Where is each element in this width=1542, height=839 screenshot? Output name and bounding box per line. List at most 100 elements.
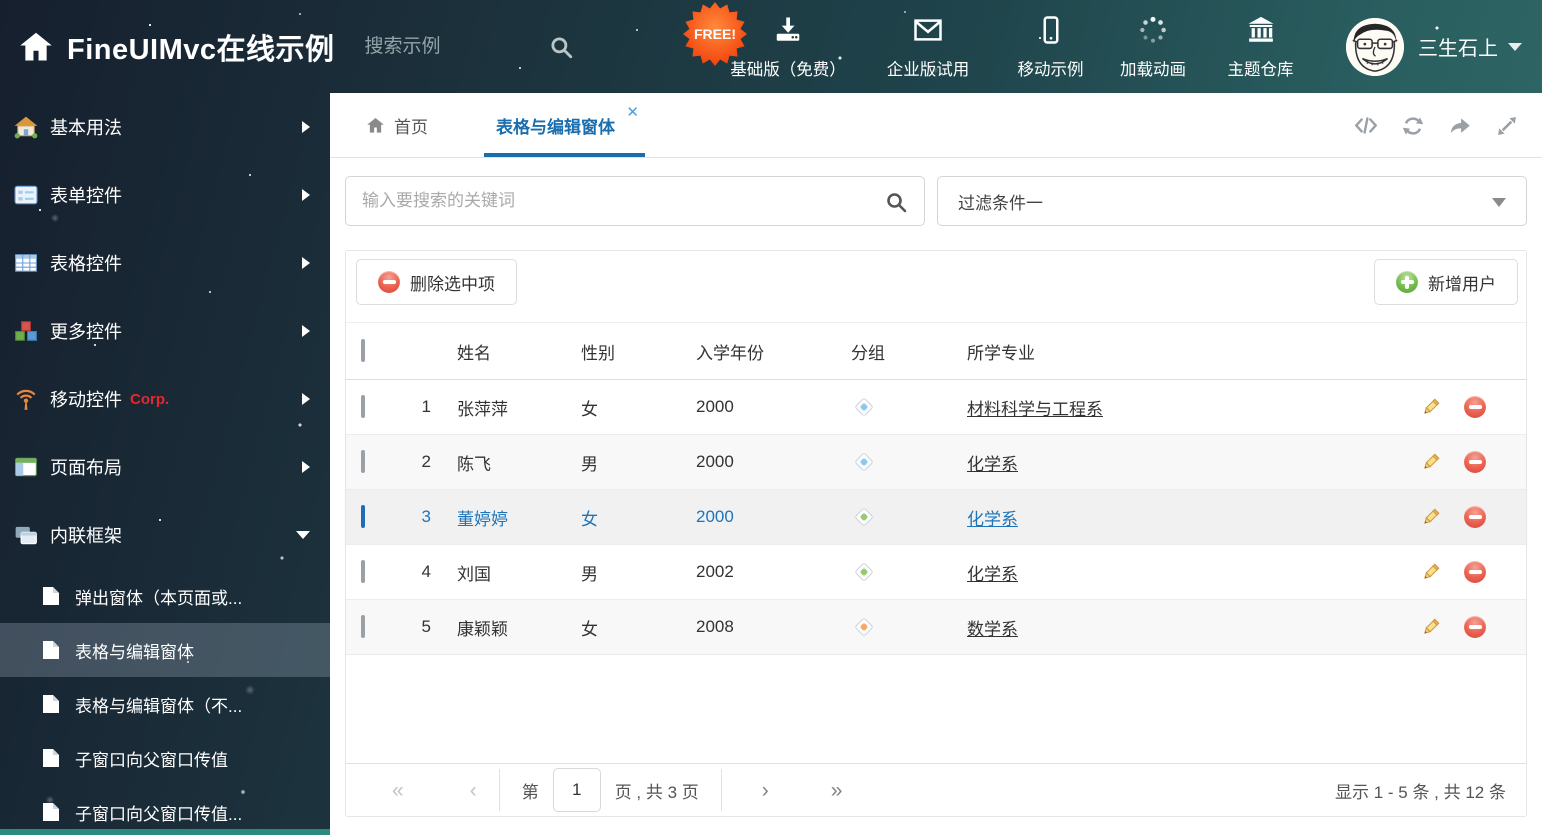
table-row: 4 刘国 男 2002 化学系: [346, 545, 1526, 600]
last-page-icon[interactable]: »: [831, 780, 843, 801]
frames-icon: [14, 523, 38, 547]
sidebar-item-more-controls[interactable]: 更多控件: [0, 297, 330, 365]
tag-icon: [854, 617, 874, 637]
signal-icon: [14, 387, 38, 411]
edit-pencil-icon[interactable]: [1420, 562, 1441, 583]
edit-pencil-icon[interactable]: [1420, 397, 1441, 418]
nav-theme-repo[interactable]: 主题仓库: [1203, 0, 1318, 93]
table-row: 5 康颖颖 女 2008 数学系: [346, 600, 1526, 655]
table-icon: [14, 251, 38, 275]
page-icon: [42, 694, 60, 714]
major-link[interactable]: 化学系: [967, 510, 1018, 529]
sidebar-item-form-controls[interactable]: 表单控件: [0, 161, 330, 229]
filter-dropdown[interactable]: 过滤条件一: [937, 176, 1527, 226]
record-count-summary: 显示 1 - 5 条 , 共 12 条: [1335, 778, 1506, 803]
open-new-window-icon[interactable]: [1447, 113, 1473, 139]
app-header: FineUIMvc在线示例 FREE! 基础版（免费） 企业版试用: [0, 0, 1542, 93]
chevron-right-icon: [302, 257, 310, 269]
page-number-input[interactable]: [553, 768, 601, 812]
brand[interactable]: FineUIMvc在线示例: [18, 26, 335, 68]
sidebar-item-mobile-controls[interactable]: 移动控件 Corp.: [0, 365, 330, 433]
download-icon: [773, 14, 803, 51]
delete-row-icon[interactable]: [1464, 396, 1486, 418]
table-header: 姓名 性别 入学年份 分组 所学专业: [346, 322, 1526, 380]
sidebar-subitem-popup-window[interactable]: 弹出窗体（本页面或...: [0, 569, 330, 623]
mobile-icon: [1036, 14, 1066, 51]
delete-selected-button[interactable]: 删除选中项: [356, 259, 517, 305]
sidebar-subitem-grid-edit-window[interactable]: 表格与编辑窗体: [0, 623, 330, 677]
keyword-search-input[interactable]: [346, 177, 924, 225]
pagination-bar: « ‹ 第 页 , 共 3 页 › » 显示 1 - 5 条 , 共 12 条: [346, 763, 1526, 816]
edit-pencil-icon[interactable]: [1420, 452, 1441, 473]
add-user-button[interactable]: 新增用户: [1374, 259, 1518, 305]
form-icon: [14, 183, 38, 207]
minus-circle-icon: [378, 271, 400, 293]
sidebar-subitem-child-to-parent[interactable]: 子窗口向父窗口传值: [0, 731, 330, 785]
page-icon: [42, 748, 60, 768]
sidebar: 基本用法 表单控件 表格控件 更多控件 移动控件 Corp. 页面布局: [0, 93, 330, 835]
delete-row-icon[interactable]: [1464, 561, 1486, 583]
row-checkbox[interactable]: [361, 395, 365, 418]
row-checkbox[interactable]: [361, 505, 365, 528]
delete-row-icon[interactable]: [1464, 506, 1486, 528]
home-icon: [18, 29, 54, 65]
chevron-down-icon: [296, 531, 310, 539]
nav-basic-edition[interactable]: 基础版（免费）: [718, 0, 858, 93]
sidebar-item-page-layout[interactable]: 页面布局: [0, 433, 330, 501]
select-all-checkbox[interactable]: [361, 339, 365, 362]
nav-loading-animation[interactable]: 加载动画: [1103, 0, 1203, 93]
search-icon[interactable]: [884, 190, 908, 214]
chevron-right-icon: [302, 121, 310, 133]
main-content: 首页 表格与编辑窗体 ✕: [330, 93, 1542, 835]
sidebar-item-iframe[interactable]: 内联框架: [0, 501, 330, 569]
sidebar-subitem-grid-edit-window-2[interactable]: 表格与编辑窗体（不...: [0, 677, 330, 731]
column-header-major: 所学专业: [967, 339, 1376, 364]
tag-icon: [854, 562, 874, 582]
refresh-icon[interactable]: [1400, 113, 1426, 139]
row-checkbox[interactable]: [361, 615, 365, 638]
table-row-selected: 3 董婷婷 女 2000 化学系: [346, 490, 1526, 545]
sidebar-footer-strip: [0, 829, 330, 835]
delete-row-icon[interactable]: [1464, 616, 1486, 638]
edit-pencil-icon[interactable]: [1420, 507, 1441, 528]
page-icon: [42, 640, 60, 660]
cubes-icon: [14, 319, 38, 343]
maximize-icon[interactable]: [1494, 113, 1520, 139]
edit-pencil-icon[interactable]: [1420, 617, 1441, 638]
source-code-icon[interactable]: [1353, 113, 1379, 139]
major-link[interactable]: 数学系: [967, 620, 1018, 639]
nav-enterprise-trial[interactable]: 企业版试用: [858, 0, 998, 93]
nav-mobile-demo[interactable]: 移动示例: [998, 0, 1103, 93]
home-colored-icon: [14, 115, 38, 139]
chevron-right-icon: [302, 189, 310, 201]
next-page-icon[interactable]: ›: [762, 780, 769, 801]
sidebar-item-basic-usage[interactable]: 基本用法: [0, 93, 330, 161]
row-checkbox[interactable]: [361, 560, 365, 583]
tag-icon: [854, 507, 874, 527]
delete-row-icon[interactable]: [1464, 451, 1486, 473]
tag-icon: [854, 397, 874, 417]
sidebar-item-grid-controls[interactable]: 表格控件: [0, 229, 330, 297]
chevron-right-icon: [302, 461, 310, 473]
bank-icon: [1246, 14, 1276, 51]
first-page-icon[interactable]: «: [392, 780, 404, 801]
header-nav: 基础版（免费） 企业版试用 移动示例 加载动画: [718, 0, 1318, 93]
home-icon: [366, 116, 385, 135]
close-icon[interactable]: ✕: [626, 103, 639, 121]
tab-home[interactable]: 首页: [366, 93, 428, 157]
search-icon[interactable]: [548, 34, 574, 60]
tab-grid-edit-window[interactable]: 表格与编辑窗体 ✕: [484, 93, 645, 157]
prev-page-icon[interactable]: ‹: [470, 780, 477, 801]
layout-icon: [14, 455, 38, 479]
major-link[interactable]: 材料科学与工程系: [967, 400, 1103, 419]
user-menu[interactable]: 三生石上: [1346, 0, 1522, 93]
table-row: 2 陈飞 男 2000 化学系: [346, 435, 1526, 490]
column-header-group: 分组: [851, 339, 967, 364]
column-header-name: 姓名: [431, 339, 581, 364]
app-title: FineUIMvc在线示例: [67, 26, 335, 68]
major-link[interactable]: 化学系: [967, 455, 1018, 474]
major-link[interactable]: 化学系: [967, 565, 1018, 584]
row-checkbox[interactable]: [361, 450, 365, 473]
header-search-input[interactable]: [363, 35, 518, 59]
username: 三生石上: [1418, 32, 1498, 61]
